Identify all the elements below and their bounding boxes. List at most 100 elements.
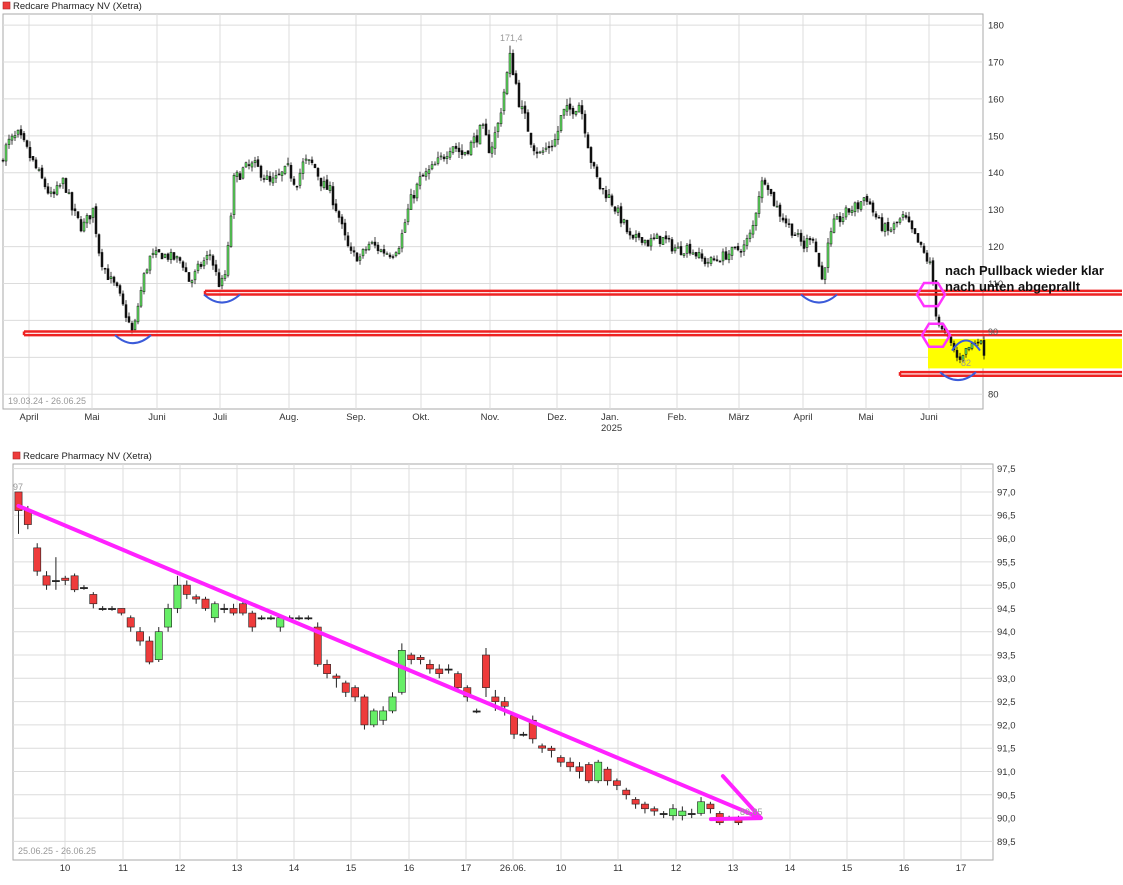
legend-color-swatch [2,1,11,10]
price-candle [496,122,500,133]
x-tick-label: 17 [956,863,967,874]
x-tick-label: Okt. [412,412,429,423]
price-candle [622,219,626,223]
price-candle [397,248,401,254]
candle-down [108,608,116,610]
candle-down [229,608,238,614]
price-candle [631,234,635,239]
price-candle [343,222,347,236]
price-candle [565,105,569,112]
y-tick-label: 91,5 [997,744,1016,755]
price-candle [367,243,371,250]
price-candle [130,322,134,332]
price-candle [169,251,173,261]
price-candle [19,129,23,136]
y-tick-label: 80 [988,390,999,401]
x-tick-label: 17 [461,863,472,874]
price-candle [883,223,887,232]
x-tick-label: Jan. [601,412,619,423]
y-tick-label: 150 [988,131,1004,142]
price-candle [139,290,143,307]
price-candle [241,167,245,179]
price-candle [640,237,644,243]
price-candle [439,155,443,158]
y-tick-label: 180 [988,21,1004,32]
price-candle [181,261,185,268]
price-candle [388,254,392,258]
price-candle [502,91,506,112]
candle-down [61,577,70,581]
price-candle [499,112,503,125]
price-candle [658,235,662,244]
price-candle [187,272,191,282]
price-candle [769,188,773,194]
price-candle [922,245,926,253]
price-candle [913,228,917,234]
price-candle [208,254,212,256]
price-candle [520,106,524,110]
price-candle [283,165,287,174]
chart-bottom-candlestick: Redcare Pharmacy NV (Xetra) 89,5 90,0 90,5… [12,451,1016,874]
price-candle [610,195,614,206]
y-tick-label: 97,5 [997,464,1016,475]
price-candle [385,253,389,255]
price-candle [700,253,704,259]
price-candle [601,188,605,190]
price-candle [61,177,65,185]
candle-down [192,596,201,600]
price-candle [733,246,737,249]
price-candle [490,146,494,154]
price-candle [514,73,518,84]
y-tick-label: 140 [988,168,1004,179]
candle-down [145,640,154,663]
price-candle [772,191,776,206]
x-tick-label: Sep. [346,412,366,423]
price-candle [688,243,692,254]
price-candle [511,53,515,76]
price-candle [682,253,686,256]
price-candle [568,103,572,110]
y-tick-label: 94,5 [997,604,1016,615]
price-candle [193,271,197,281]
price-candle [148,255,152,271]
price-candle [301,161,305,174]
candle-up [210,603,219,619]
y-tick-label: 92,5 [997,697,1016,708]
candle-down [454,673,462,688]
candle-down [304,617,313,620]
candle-down [80,587,88,589]
price-candle [928,261,932,264]
price-candle [178,257,182,261]
price-candle [817,252,821,267]
candle-up [369,710,378,726]
price-candle [223,274,227,279]
x-tick-label: 14 [785,863,796,874]
price-candle [379,249,383,253]
price-candle [931,260,935,282]
price-candle [250,162,254,168]
candle-down [706,803,715,810]
candle-down [575,766,584,772]
price-candle [586,134,590,149]
price-candle [475,135,479,143]
candle-down [435,668,444,674]
x-tick-label: 26.06. [500,863,526,874]
candle-down [519,733,528,736]
price-candle [805,238,809,248]
price-candle [898,218,902,223]
price-candle [541,150,545,153]
price-candle [544,147,548,150]
price-candle [445,156,449,159]
price-candle [889,229,893,232]
price-candle [85,215,89,224]
price-candle [253,160,257,164]
price-candle [916,233,920,243]
candle-down [33,547,42,572]
price-candle [196,263,200,271]
candle-down [182,584,191,595]
x-tick-label: Juni [148,412,165,423]
price-candle [271,177,275,184]
price-candle [91,207,95,218]
price-candle [820,265,824,280]
price-candle [835,216,839,220]
